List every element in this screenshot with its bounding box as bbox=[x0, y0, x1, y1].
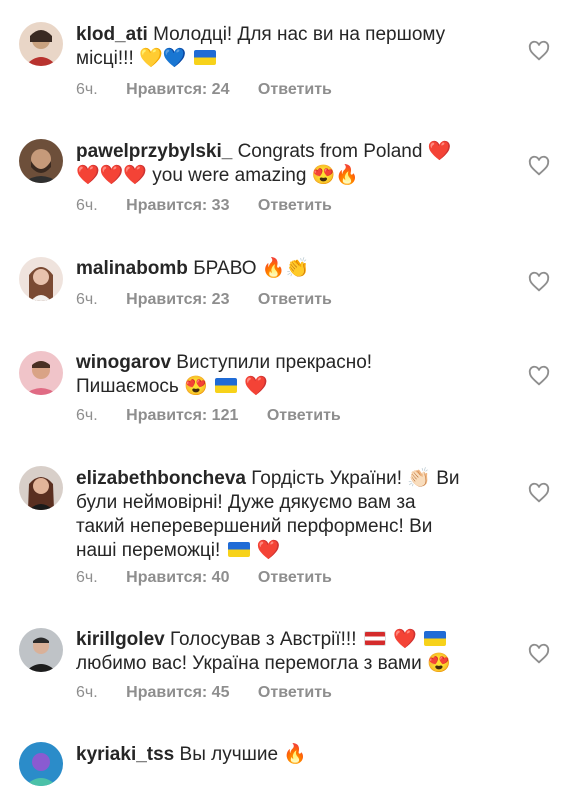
reply-button[interactable]: Ответить bbox=[258, 81, 332, 98]
comment-text: kirillgolev Голосував з Австрії!!! ❤️ лю… bbox=[76, 629, 451, 674]
heart-outline-icon[interactable] bbox=[528, 271, 550, 293]
reply-button[interactable]: Ответить bbox=[258, 684, 332, 701]
comment-meta: 6ч. Нравится: 45 Ответить bbox=[76, 684, 356, 702]
comment-text: malinabomb БРАВО 🔥👏 bbox=[76, 258, 310, 279]
avatar[interactable] bbox=[19, 351, 63, 395]
ukraine-flag-icon bbox=[193, 50, 216, 65]
ukraine-flag-icon bbox=[215, 378, 238, 393]
timestamp: 6ч. bbox=[76, 197, 98, 214]
reply-button[interactable]: Ответить bbox=[258, 569, 332, 586]
comment-meta: 6ч. Нравится: 23 Ответить bbox=[76, 291, 356, 309]
avatar[interactable] bbox=[19, 22, 63, 66]
likes-count[interactable]: Нравится: 45 bbox=[126, 684, 229, 701]
comment-meta: 6ч. Нравится: 40 Ответить bbox=[76, 569, 356, 587]
comment-text: winogarov Виступили прекрасно! Пишаємось… bbox=[76, 352, 373, 397]
comment-meta: 6ч. Нравится: 33 Ответить bbox=[76, 197, 356, 215]
username[interactable]: klod_ati bbox=[76, 24, 148, 45]
username[interactable]: malinabomb bbox=[76, 258, 188, 279]
avatar[interactable] bbox=[19, 466, 63, 510]
comment-text: elizabethboncheva Гордість України! 👏🏻 В… bbox=[76, 468, 460, 561]
timestamp: 6ч. bbox=[76, 684, 98, 701]
likes-count[interactable]: Нравится: 33 bbox=[126, 197, 229, 214]
username[interactable]: elizabethboncheva bbox=[76, 468, 246, 489]
timestamp: 6ч. bbox=[76, 569, 98, 586]
timestamp: 6ч. bbox=[76, 81, 98, 98]
comment-text: kyriaki_tss Вы лучшие 🔥 bbox=[76, 744, 307, 765]
username[interactable]: kyriaki_tss bbox=[76, 744, 174, 765]
heart-outline-icon[interactable] bbox=[528, 365, 550, 387]
ukraine-flag-icon bbox=[227, 542, 250, 557]
likes-count[interactable]: Нравится: 40 bbox=[126, 569, 229, 586]
ukraine-flag-icon bbox=[424, 631, 447, 646]
comment-text: klod_ati Молодці! Для нас ви на першому … bbox=[76, 24, 446, 69]
austria-flag-icon bbox=[363, 631, 386, 646]
timestamp: 6ч. bbox=[76, 291, 98, 308]
username[interactable]: winogarov bbox=[76, 352, 171, 373]
heart-outline-icon[interactable] bbox=[528, 482, 550, 504]
timestamp: 6ч. bbox=[76, 407, 98, 424]
avatar[interactable] bbox=[19, 257, 63, 301]
comment-meta: 6ч. Нравится: 24 Ответить bbox=[76, 81, 356, 99]
likes-count[interactable]: Нравится: 24 bbox=[126, 81, 229, 98]
avatar[interactable] bbox=[19, 628, 63, 672]
avatar[interactable] bbox=[19, 742, 63, 786]
comment-text: pawelprzybylski_ Congrats from Poland ❤️… bbox=[76, 141, 452, 186]
heart-outline-icon[interactable] bbox=[528, 643, 550, 665]
reply-button[interactable]: Ответить bbox=[258, 197, 332, 214]
likes-count[interactable]: Нравится: 23 bbox=[126, 291, 229, 308]
reply-button[interactable]: Ответить bbox=[267, 407, 341, 424]
username[interactable]: pawelprzybylski_ bbox=[76, 141, 232, 162]
comments-feed: klod_ati Молодці! Для нас ви на першому … bbox=[0, 0, 580, 786]
likes-count[interactable]: Нравится: 121 bbox=[126, 407, 238, 424]
avatar[interactable] bbox=[19, 139, 63, 183]
heart-outline-icon[interactable] bbox=[528, 40, 550, 62]
comment-meta: 6ч. Нравится: 121 Ответить bbox=[76, 407, 365, 425]
username[interactable]: kirillgolev bbox=[76, 629, 165, 650]
heart-outline-icon[interactable] bbox=[528, 155, 550, 177]
reply-button[interactable]: Ответить bbox=[258, 291, 332, 308]
